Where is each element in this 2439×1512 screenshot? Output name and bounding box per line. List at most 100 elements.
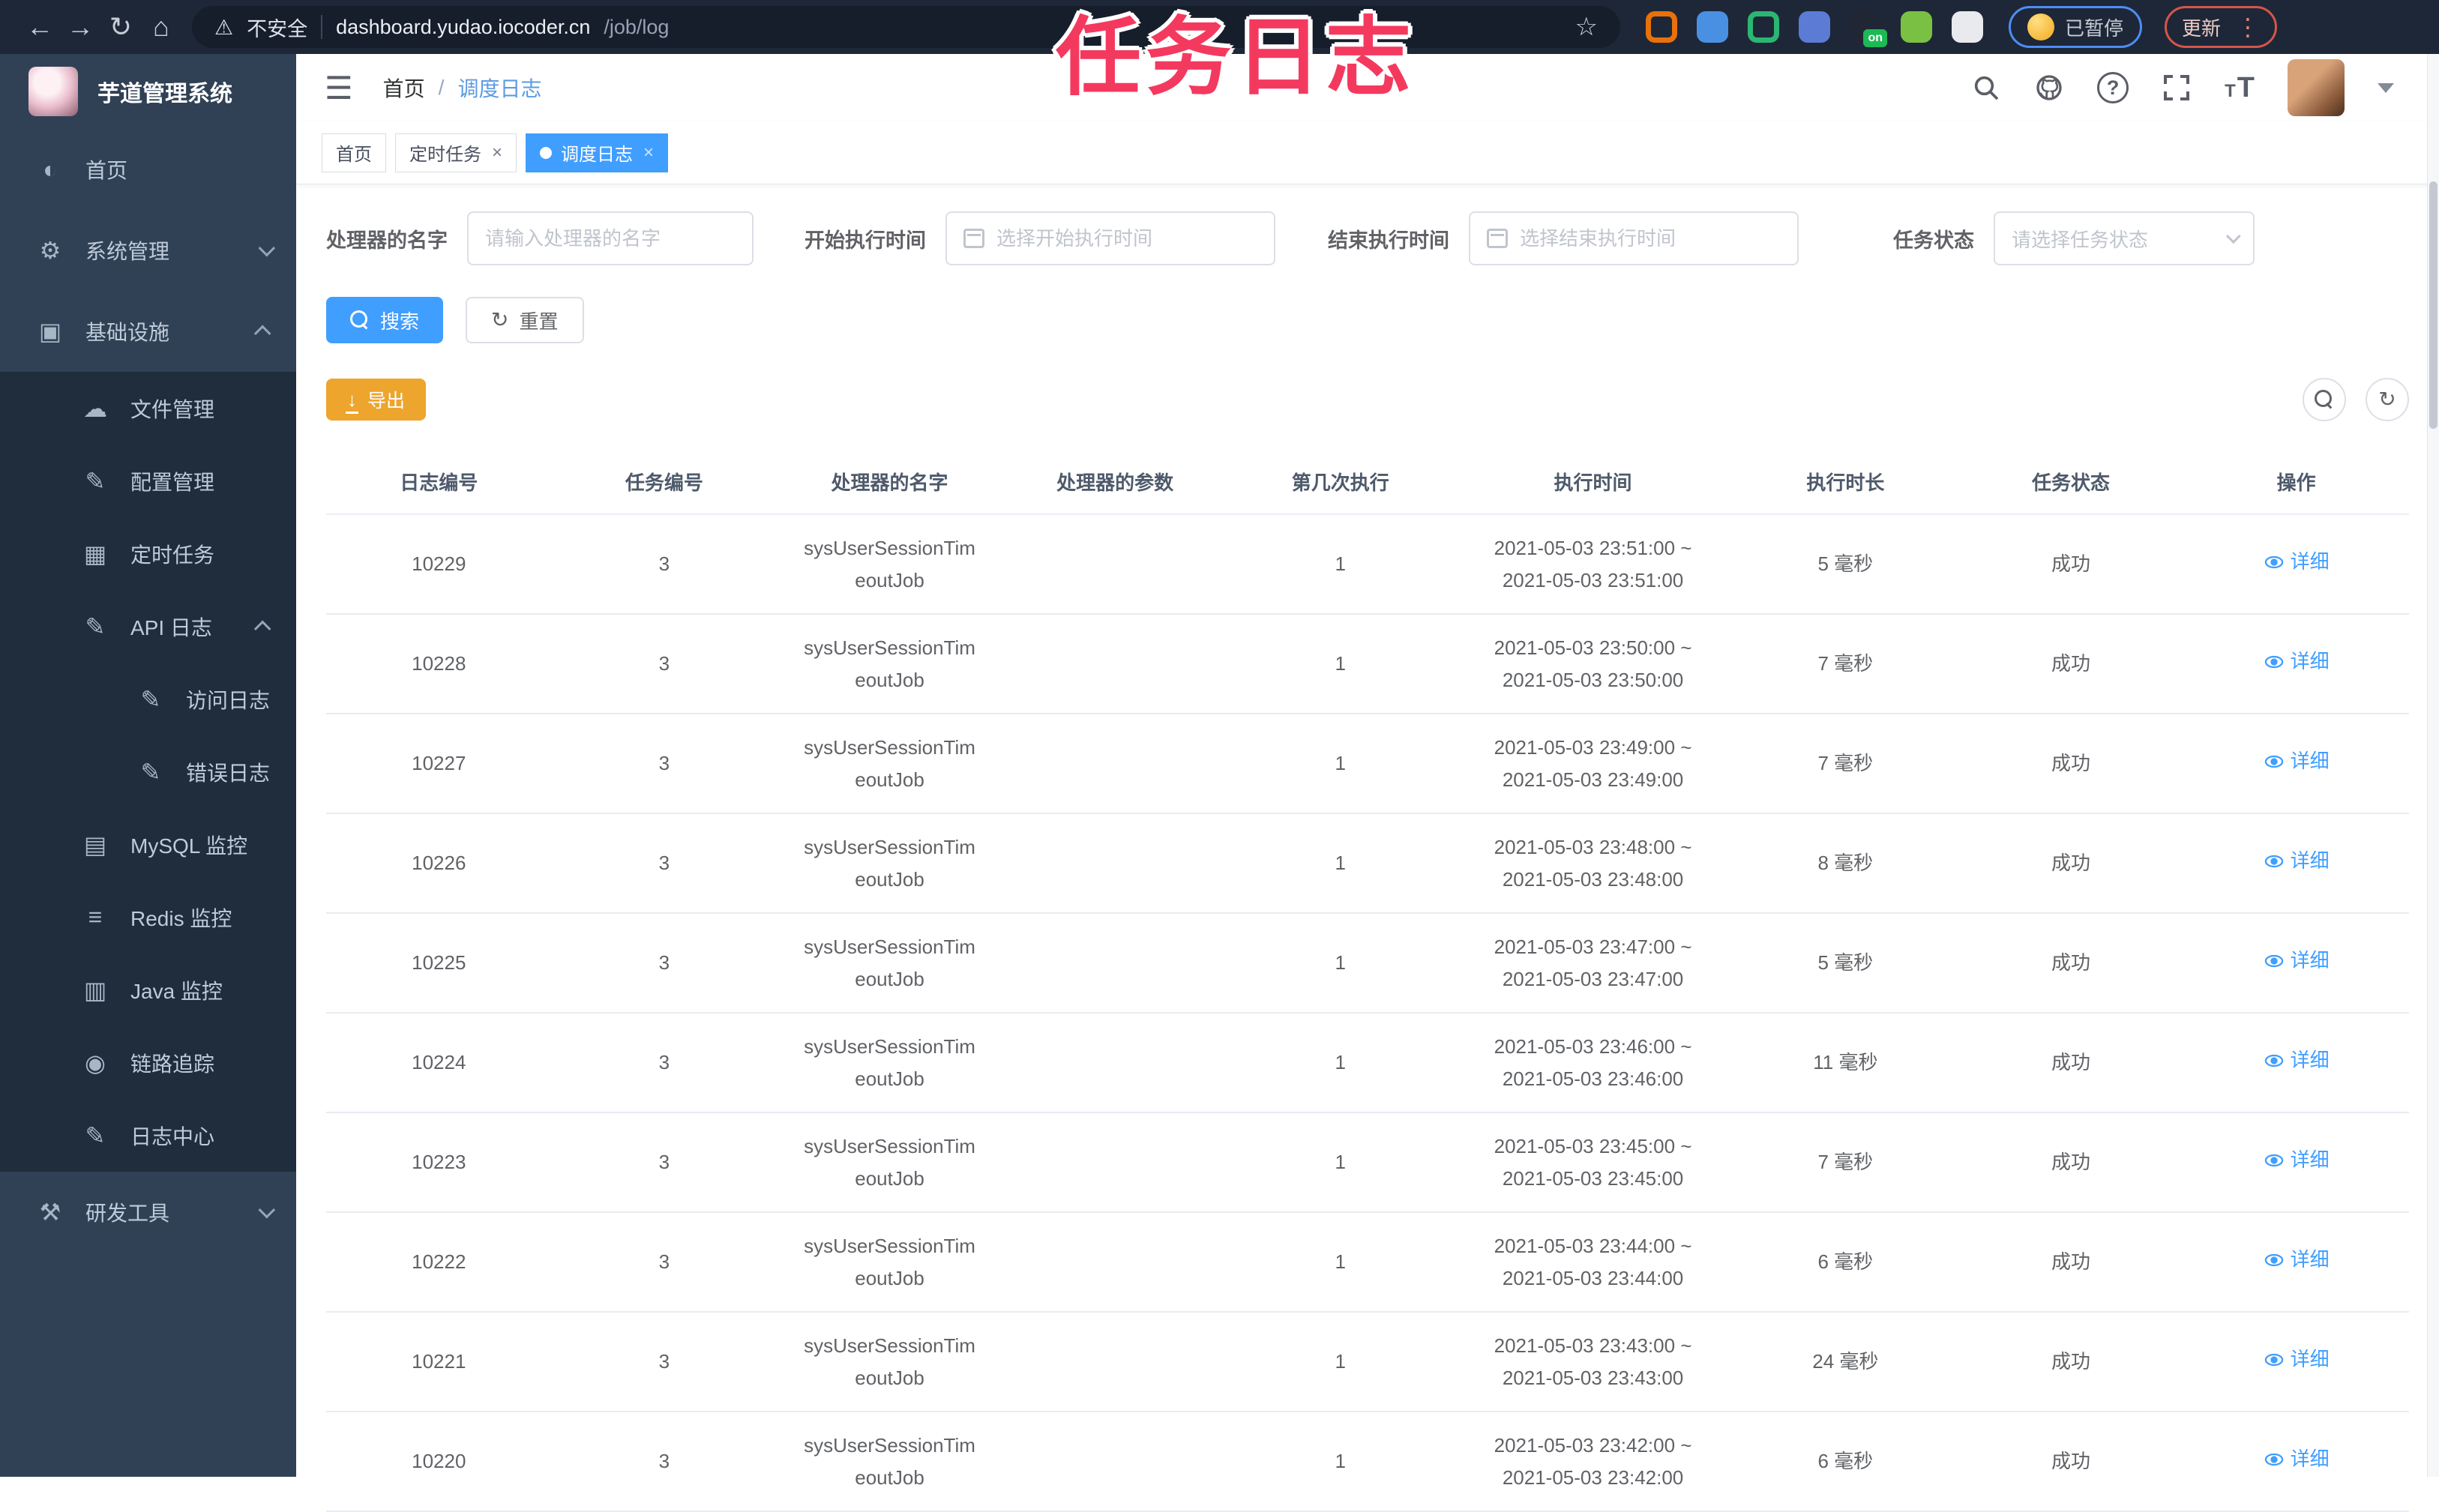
- sidebar-item-首页[interactable]: ◐ 首页: [0, 129, 296, 210]
- toggle-search-button[interactable]: [2303, 378, 2346, 421]
- browser-update-button[interactable]: 更新 ⋮: [2165, 6, 2278, 48]
- end-time-input[interactable]: [1520, 226, 1781, 250]
- cell-status: 成功: [1958, 614, 2184, 714]
- cell-handler-name: sysUserSessionTim eoutJob: [777, 813, 1002, 914]
- chevron-down-icon: [258, 1201, 276, 1219]
- handler-name-input[interactable]: [485, 226, 736, 250]
- github-icon[interactable]: [2034, 73, 2064, 103]
- mysql-icon: ▤: [83, 831, 107, 858]
- detail-link[interactable]: 详细: [2264, 1244, 2330, 1276]
- detail-link[interactable]: 详细: [2264, 1144, 2330, 1176]
- forward-icon[interactable]: →: [60, 7, 100, 47]
- log-icon: ✎: [85, 1121, 106, 1149]
- cell-handler-name: sysUserSessionTim eoutJob: [777, 614, 1002, 714]
- sidebar-item-访问日志[interactable]: ✎ 访问日志: [0, 663, 296, 735]
- blue-pin-icon[interactable]: [1697, 11, 1728, 43]
- security-label: 不安全: [247, 17, 308, 40]
- paused-extension-pill[interactable]: 已暂停: [2009, 6, 2143, 48]
- sidebar-item-定时任务[interactable]: ▦ 定时任务: [0, 517, 296, 590]
- orange-ring-icon[interactable]: [1646, 11, 1677, 43]
- refresh-table-button[interactable]: ↻: [2366, 378, 2409, 421]
- search-icon[interactable]: [1971, 73, 2001, 103]
- sidebar-item-文件管理[interactable]: ☁ 文件管理: [0, 372, 296, 445]
- app-logo-row[interactable]: 芋道管理系统: [0, 54, 296, 129]
- close-icon[interactable]: ×: [492, 142, 502, 163]
- detail-link-label: 详细: [2290, 1248, 2330, 1271]
- sidebar-item-API-日志[interactable]: ✎ API 日志: [0, 590, 296, 663]
- sidebar-item-日志中心[interactable]: ✎ 日志中心: [0, 1099, 296, 1172]
- chevron-down-icon[interactable]: [2378, 82, 2394, 93]
- browser-menu-icon[interactable]: ⋮: [2236, 15, 2260, 39]
- chevron-down-icon: [2225, 229, 2241, 244]
- leaf-icon[interactable]: [1901, 11, 1932, 43]
- tab-定时任务[interactable]: 定时任务 ×: [395, 133, 517, 172]
- grid-icon[interactable]: [1799, 11, 1830, 43]
- cell-handler-name: sysUserSessionTim eoutJob: [777, 1212, 1002, 1313]
- sidebar-item-基础设施[interactable]: ▣ 基础设施: [0, 291, 296, 372]
- fullscreen-icon[interactable]: [2162, 73, 2192, 103]
- detail-link[interactable]: 详细: [2264, 1343, 2330, 1376]
- sidebar-item-研发工具[interactable]: ⚒ 研发工具: [0, 1172, 296, 1253]
- on-badge-icon[interactable]: on: [1850, 11, 1887, 47]
- scrollbar-thumb[interactable]: [2429, 181, 2438, 429]
- search-button[interactable]: 搜索: [326, 297, 444, 343]
- reload-icon[interactable]: ↻: [100, 7, 141, 47]
- sidebar-item-错误日志[interactable]: ✎ 错误日志: [0, 735, 296, 808]
- export-button[interactable]: ↓ 导出: [326, 379, 427, 421]
- sidebar-item-MySQL-监控[interactable]: ▤ MySQL 监控: [0, 808, 296, 881]
- status-select[interactable]: 请选择任务状态: [1994, 211, 2255, 265]
- cell-exec-time: 2021-05-03 23:47:00 ~2021-05-03 23:47:00: [1453, 913, 1733, 1013]
- column-header: 执行时长: [1733, 450, 1958, 515]
- back-icon[interactable]: ←: [19, 7, 60, 47]
- sidebar-item-Java-监控[interactable]: ▥ Java 监控: [0, 954, 296, 1026]
- cell-exec-index: 1: [1227, 913, 1454, 1013]
- dashboard-icon: ◐: [43, 155, 58, 183]
- detail-link[interactable]: 详细: [2264, 1443, 2330, 1475]
- green-badge-icon[interactable]: [1748, 11, 1779, 43]
- begin-time-input[interactable]: [996, 226, 1257, 250]
- status-select-placeholder: 请选择任务状态: [2012, 228, 2149, 251]
- tab-首页[interactable]: 首页: [322, 133, 386, 172]
- cell-status: 成功: [1958, 1412, 2184, 1512]
- cell-handler-param: [1002, 1312, 1228, 1412]
- cell-handler-name: sysUserSessionTim eoutJob: [777, 1412, 1002, 1512]
- cell-exec-index: 1: [1227, 1412, 1454, 1512]
- detail-link[interactable]: 详细: [2264, 945, 2330, 977]
- breadcrumb-home[interactable]: 首页: [383, 73, 425, 103]
- cell-handler-param: [1002, 1412, 1228, 1512]
- emoji-face-icon: [2027, 13, 2054, 40]
- puzzle-icon[interactable]: [1952, 11, 1983, 43]
- font-size-icon[interactable]: T: [2225, 72, 2255, 104]
- not-secure-warning-icon: ⚠: [214, 15, 234, 39]
- reset-button[interactable]: ↻ 重置: [466, 297, 584, 343]
- detail-link[interactable]: 详细: [2264, 1044, 2330, 1076]
- user-avatar[interactable]: [2288, 59, 2345, 116]
- sidebar-item-配置管理[interactable]: ✎ 配置管理: [0, 445, 296, 517]
- close-icon[interactable]: ×: [643, 142, 654, 163]
- calendar-icon: [963, 229, 984, 248]
- sidebar-item-Redis-监控[interactable]: ≡ Redis 监控: [0, 881, 296, 954]
- home-icon[interactable]: ⌂: [141, 7, 181, 47]
- detail-link[interactable]: 详细: [2264, 845, 2330, 877]
- page-scrollbar[interactable]: [2427, 54, 2439, 1477]
- cell-log-id: 10229: [326, 514, 552, 615]
- cell-exec-index: 1: [1227, 714, 1454, 814]
- detail-link[interactable]: 详细: [2264, 745, 2330, 777]
- detail-link[interactable]: 详细: [2264, 546, 2330, 578]
- tab-label: 定时任务: [409, 145, 481, 165]
- cell-log-id: 10224: [326, 1013, 552, 1113]
- tab-调度日志[interactable]: 调度日志 ×: [526, 133, 669, 172]
- table-row: 10225 3 sysUserSessionTim eoutJob 1 2021-05-0…: [326, 913, 2409, 1013]
- chevron-up-icon: [253, 620, 271, 637]
- cell-duration: 11 毫秒: [1733, 1013, 1958, 1113]
- filter-handler-name: 处理器的名字: [326, 211, 754, 265]
- sidebar-item-链路追踪[interactable]: ◉ 链路追踪: [0, 1026, 296, 1099]
- filter-end-time: 结束执行时间: [1328, 211, 1799, 265]
- cell-job-id: 3: [551, 1412, 778, 1512]
- detail-link[interactable]: 详细: [2264, 645, 2330, 678]
- cell-exec-time: 2021-05-03 23:48:00 ~2021-05-03 23:48:00: [1453, 813, 1733, 914]
- bookmark-star-icon[interactable]: ☆: [1575, 12, 1598, 42]
- hamburger-icon[interactable]: ☰: [325, 70, 353, 106]
- docs-help-icon[interactable]: ?: [2097, 72, 2129, 103]
- sidebar-item-系统管理[interactable]: ⚙ 系统管理: [0, 210, 296, 291]
